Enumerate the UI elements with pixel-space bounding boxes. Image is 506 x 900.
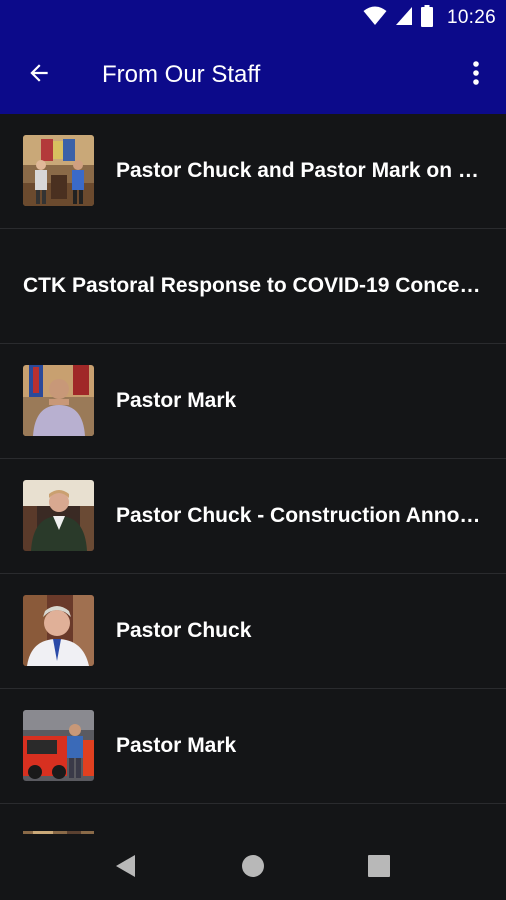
thumbnail-image bbox=[23, 365, 94, 436]
status-time: 10:26 bbox=[446, 7, 496, 28]
arrow-back-icon bbox=[26, 60, 52, 91]
staff-post-list: Pastor Chuck and Pastor Mark on Saturday… bbox=[0, 114, 506, 834]
app-screen: 10:26 From Our Staff Pastor Chuck and Pa… bbox=[0, 0, 506, 900]
app-toolbar: From Our Staff bbox=[0, 36, 506, 114]
list-item-title: Pastor Mark bbox=[116, 734, 237, 757]
system-navigation-bar bbox=[0, 834, 506, 900]
list-item[interactable]: Pastor Chuck and Pastor Mark on Saturday… bbox=[0, 114, 506, 229]
back-button[interactable] bbox=[14, 50, 64, 100]
status-bar: 10:26 bbox=[0, 0, 506, 36]
more-vert-icon bbox=[472, 60, 480, 91]
nav-home-circle-icon bbox=[241, 854, 265, 883]
nav-recents-button[interactable] bbox=[359, 848, 399, 888]
partial-thumbnail-image bbox=[23, 826, 94, 834]
thumbnail-image bbox=[23, 480, 94, 551]
list-item-title: CTK Pastoral Response to COVID-19 Concer… bbox=[23, 274, 482, 297]
thumbnail-image bbox=[23, 710, 94, 781]
battery-icon bbox=[420, 4, 433, 32]
nav-recents-square-icon bbox=[368, 854, 390, 882]
thumbnail-image bbox=[23, 595, 94, 666]
list-item[interactable]: Pastor Mark bbox=[0, 344, 506, 459]
thumbnail-image bbox=[23, 135, 94, 206]
nav-back-button[interactable] bbox=[106, 848, 146, 888]
list-item-title: Pastor Chuck bbox=[116, 619, 252, 642]
list-item-title: Pastor Chuck - Construction Announcement bbox=[116, 504, 482, 527]
page-title: From Our Staff bbox=[102, 61, 261, 88]
nav-back-triangle-icon bbox=[115, 854, 137, 883]
status-icons: 10:26 bbox=[363, 0, 496, 36]
list-item[interactable]: Pastor Chuck - Construction Announcement bbox=[0, 459, 506, 574]
nav-home-button[interactable] bbox=[233, 848, 273, 888]
list-item[interactable]: CTK Pastoral Response to COVID-19 Concer… bbox=[0, 229, 506, 344]
overflow-menu-button[interactable] bbox=[454, 50, 498, 100]
wifi-icon bbox=[363, 6, 387, 31]
cell-signal-icon bbox=[395, 6, 413, 31]
list-item[interactable]: Pastor Chuck bbox=[0, 574, 506, 689]
list-item-title: Pastor Mark bbox=[116, 389, 237, 412]
list-item[interactable]: Pastor Mark bbox=[0, 689, 506, 804]
list-item-title: Pastor Chuck and Pastor Mark on Saturday… bbox=[116, 159, 482, 182]
